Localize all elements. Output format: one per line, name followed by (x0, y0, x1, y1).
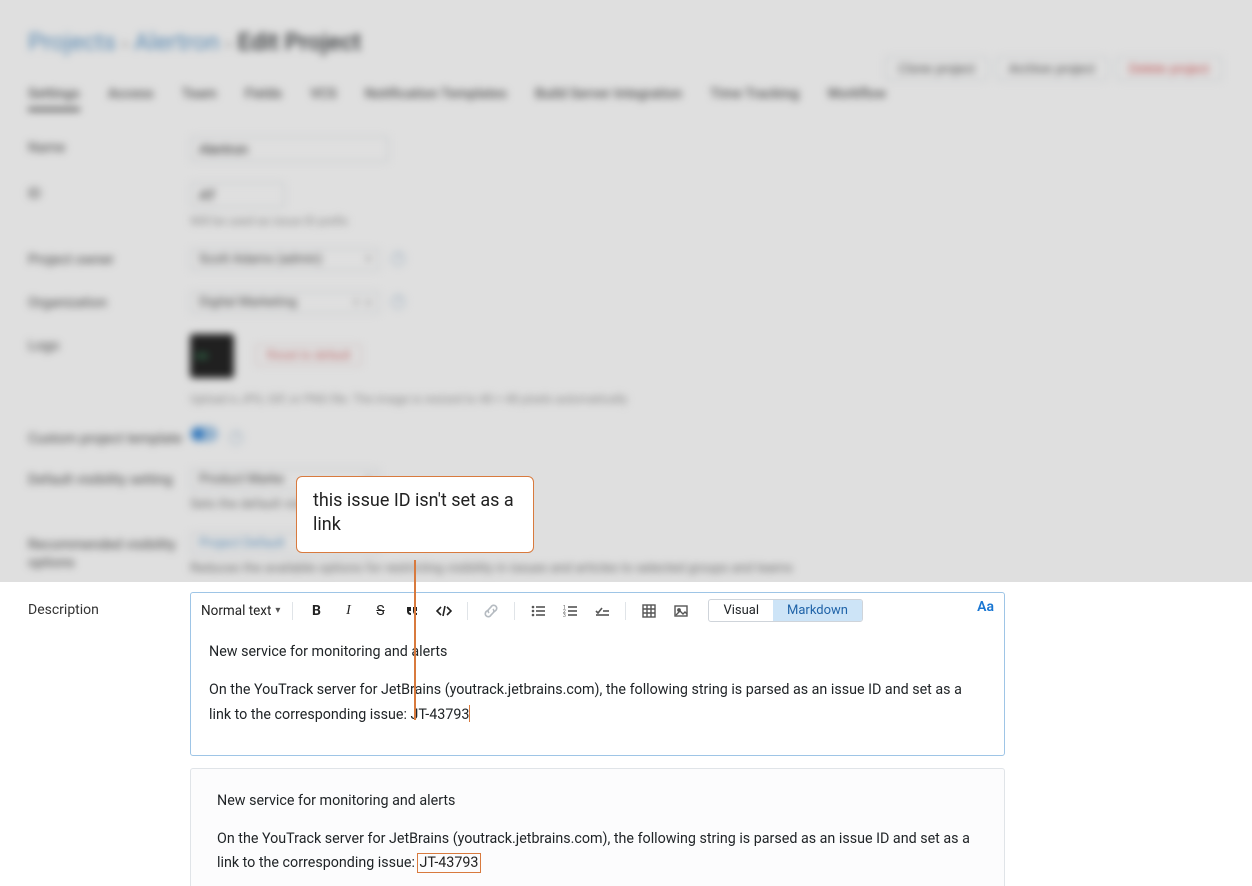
chevron-down-icon: ▾ (366, 254, 371, 265)
org-label: Organization (28, 291, 190, 311)
annotation-callout: this issue ID isn't set as a link (296, 476, 534, 553)
clear-icon[interactable]: × (353, 295, 359, 309)
breadcrumb-page: Edit Project (238, 28, 361, 56)
owner-label: Project owner (28, 248, 190, 268)
chevron-down-icon: ▾ (275, 605, 280, 616)
tab-fields[interactable]: Fields (245, 86, 282, 111)
org-value: Digital Marketing (199, 295, 297, 310)
tab-notifications[interactable]: Notification Templates (365, 86, 507, 111)
chevron-down-icon: ▾ (366, 298, 371, 309)
description-section: Description Normal text ▾ B I S (0, 582, 1005, 886)
reset-logo-button[interactable]: Reset to default (255, 344, 361, 366)
info-icon[interactable]: ? (391, 295, 405, 309)
rec-visibility-label: Recommended visibility options (28, 532, 190, 572)
editor-line: New service for monitoring and alerts (209, 640, 986, 664)
editor-textarea[interactable]: New service for monitoring and alerts On… (191, 628, 1004, 755)
owner-select[interactable]: Scott Adams (admin) ▾ (190, 248, 380, 271)
code-button[interactable] (433, 600, 455, 622)
id-hint: Will be used as issue ID prefix (190, 214, 1224, 228)
format-value: Normal text (201, 603, 271, 619)
name-label: Name (28, 136, 190, 156)
text-formatting-button[interactable]: Aa (977, 599, 994, 615)
number-list-button[interactable]: 123 (559, 600, 581, 622)
logo-label: Logo (28, 334, 190, 354)
editor-line: On the YouTrack server for JetBrains (yo… (209, 678, 986, 727)
bullet-list-button[interactable] (527, 600, 549, 622)
breadcrumb-sep: › (122, 31, 128, 55)
tab-team[interactable]: Team (182, 86, 217, 111)
tab-vcs[interactable]: VCS (310, 86, 337, 111)
italic-button[interactable]: I (337, 600, 359, 622)
description-editor: Normal text ▾ B I S (190, 592, 1005, 756)
link-button[interactable] (480, 600, 502, 622)
id-input[interactable] (190, 182, 285, 208)
template-toggle[interactable] (190, 426, 218, 442)
mode-markdown[interactable]: Markdown (773, 600, 862, 621)
issue-reference[interactable]: JT-43793 (419, 855, 480, 871)
tab-workflow[interactable]: Workflow (827, 86, 886, 111)
archive-project-button[interactable]: Archive project (996, 56, 1108, 81)
project-logo[interactable] (190, 334, 234, 378)
table-button[interactable] (638, 600, 660, 622)
breadcrumb-sep: › (226, 31, 232, 55)
info-icon[interactable]: ? (391, 252, 405, 266)
project-actions: Clone project Archive project Delete pro… (885, 56, 1222, 81)
text-caret (469, 705, 470, 722)
owner-value: Scott Adams (admin) (199, 252, 322, 267)
image-button[interactable] (670, 600, 692, 622)
logo-hint: Upload a JPG, GIF, or PNG file. The imag… (190, 392, 1224, 406)
format-dropdown[interactable]: Normal text ▾ (201, 603, 280, 619)
bold-button[interactable]: B (305, 600, 327, 622)
checklist-button[interactable] (591, 600, 613, 622)
id-label: ID (28, 182, 190, 202)
quote-button[interactable] (401, 600, 423, 622)
breadcrumb-project[interactable]: Alertron (134, 28, 220, 56)
description-label: Description (28, 592, 190, 618)
template-label: Custom project template (28, 426, 190, 448)
preview-line: New service for monitoring and alerts (217, 789, 978, 813)
svg-text:3: 3 (563, 613, 566, 619)
clone-project-button[interactable]: Clone project (885, 56, 988, 81)
tab-access[interactable]: Access (108, 86, 154, 111)
description-preview: New service for monitoring and alerts On… (190, 768, 1005, 886)
info-icon[interactable]: ? (229, 431, 243, 445)
annotation-connector (414, 560, 416, 720)
project-tabs: Settings Access Team Fields VCS Notifica… (28, 86, 1224, 112)
default-visibility-label: Default visibility setting (28, 468, 190, 488)
render-mode-segment: Visual Markdown (708, 599, 863, 622)
delete-project-button[interactable]: Delete project (1116, 56, 1222, 81)
preview-line: On the YouTrack server for JetBrains (yo… (217, 827, 978, 876)
strike-button[interactable]: S (369, 600, 391, 622)
rec-visibility-value: Project Default (199, 536, 285, 551)
breadcrumb: Projects › Alertron › Edit Project (28, 28, 1224, 56)
tab-time[interactable]: Time Tracking (710, 86, 799, 111)
name-input[interactable] (190, 136, 389, 162)
mode-visual[interactable]: Visual (709, 600, 773, 621)
org-select[interactable]: Digital Marketing × ▾ (190, 291, 380, 314)
editor-toolbar: Normal text ▾ B I S (191, 593, 1004, 628)
tab-settings[interactable]: Settings (28, 86, 80, 111)
default-visibility-value: Product Marke (199, 472, 284, 487)
tab-build[interactable]: Build Server Integration (535, 86, 682, 111)
breadcrumb-root[interactable]: Projects (28, 28, 116, 56)
rec-visibility-hint: Reduces the available options for restri… (190, 561, 1224, 576)
